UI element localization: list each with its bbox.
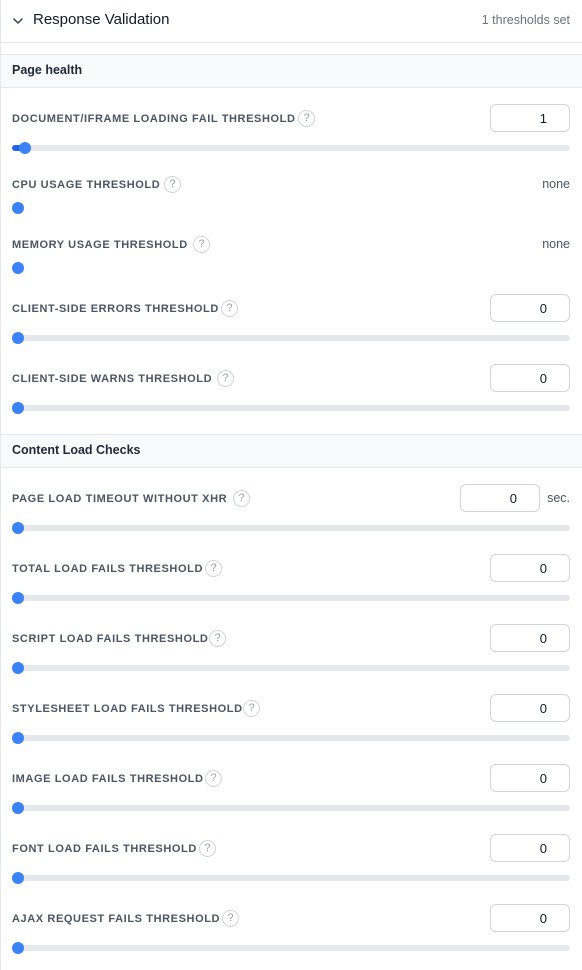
threshold-input[interactable] [490,624,570,652]
threshold-label: CPU USAGE THRESHOLD [12,179,161,191]
threshold-input[interactable] [490,764,570,792]
help-icon[interactable]: ? [209,630,226,647]
chevron-down-icon[interactable] [12,15,24,27]
threshold-input[interactable] [490,294,570,322]
slider-thumb[interactable] [12,802,24,814]
slider-track[interactable] [12,595,570,601]
help-icon[interactable]: ? [222,910,239,927]
section-title: Response Validation [33,11,170,28]
threshold-value-none: none [542,237,570,251]
slider-thumb[interactable] [12,662,24,674]
threshold-label: AJAX REQUEST FAILS THRESHOLD [12,913,221,925]
threshold-input[interactable] [490,834,570,862]
threshold-input[interactable] [490,104,570,132]
unit-label: sec. [547,491,570,505]
slider-track[interactable] [12,335,570,341]
threshold-input[interactable] [490,694,570,722]
group-title: Content Load Checks [12,443,141,457]
slider-thumb[interactable] [12,522,24,534]
group-header-content-load-checks: Content Load Checks [1,434,582,468]
collapsible-header[interactable]: Response Validation 1 thresholds set [1,0,582,43]
threshold-input[interactable] [490,904,570,932]
threshold-value-none: none [542,177,570,191]
help-icon[interactable]: ? [164,176,181,193]
threshold-label: CLIENT-SIDE WARNS THRESHOLD [12,373,213,385]
threshold-label: MEMORY USAGE THRESHOLD [12,239,188,251]
help-icon[interactable]: ? [217,370,234,387]
help-icon[interactable]: ? [233,490,250,507]
slider-thumb[interactable] [12,942,24,954]
slider-thumb[interactable] [12,262,24,274]
threshold-label: TOTAL LOAD FAILS THRESHOLD [12,563,203,575]
slider-track[interactable] [12,945,570,951]
threshold-label: CLIENT-SIDE ERRORS THRESHOLD [12,303,219,315]
slider-thumb[interactable] [12,402,24,414]
help-icon[interactable]: ? [205,560,222,577]
threshold-label: DOCUMENT/IFRAME LOADING FAIL THRESHOLD [12,113,296,125]
help-icon[interactable]: ? [221,300,238,317]
threshold-label: FONT LOAD FAILS THRESHOLD [12,843,197,855]
slider-thumb[interactable] [12,872,24,884]
threshold-label: SCRIPT LOAD FAILS THRESHOLD [12,633,209,645]
slider-thumb[interactable] [12,332,24,344]
response-validation-panel: Response Validation 1 thresholds set Pag… [0,0,582,970]
slider-track[interactable] [12,405,570,411]
slider-track[interactable] [12,665,570,671]
slider-thumb[interactable] [12,732,24,744]
slider-thumb[interactable] [19,142,31,154]
slider-track[interactable] [12,735,570,741]
slider-track[interactable] [12,145,570,151]
threshold-label: IMAGE LOAD FAILS THRESHOLD [12,773,204,785]
help-icon[interactable]: ? [205,770,222,787]
thresholds-count: 1 thresholds set [481,13,570,27]
threshold-label: PAGE LOAD TIMEOUT WITHOUT XHR [12,493,228,505]
slider-thumb[interactable] [12,592,24,604]
group-title: Page health [12,63,83,77]
threshold-input[interactable] [460,484,540,512]
slider-thumb[interactable] [12,202,24,214]
help-icon[interactable]: ? [298,110,315,127]
help-icon[interactable]: ? [243,700,260,717]
threshold-input[interactable] [490,364,570,392]
help-icon[interactable]: ? [193,236,210,253]
threshold-label: STYLESHEET LOAD FAILS THRESHOLD [12,703,243,715]
threshold-input[interactable] [490,554,570,582]
slider-track[interactable] [12,805,570,811]
help-icon[interactable]: ? [199,840,216,857]
slider-track[interactable] [12,875,570,881]
slider-track[interactable] [12,525,570,531]
group-header-page-health: Page health [1,54,582,88]
